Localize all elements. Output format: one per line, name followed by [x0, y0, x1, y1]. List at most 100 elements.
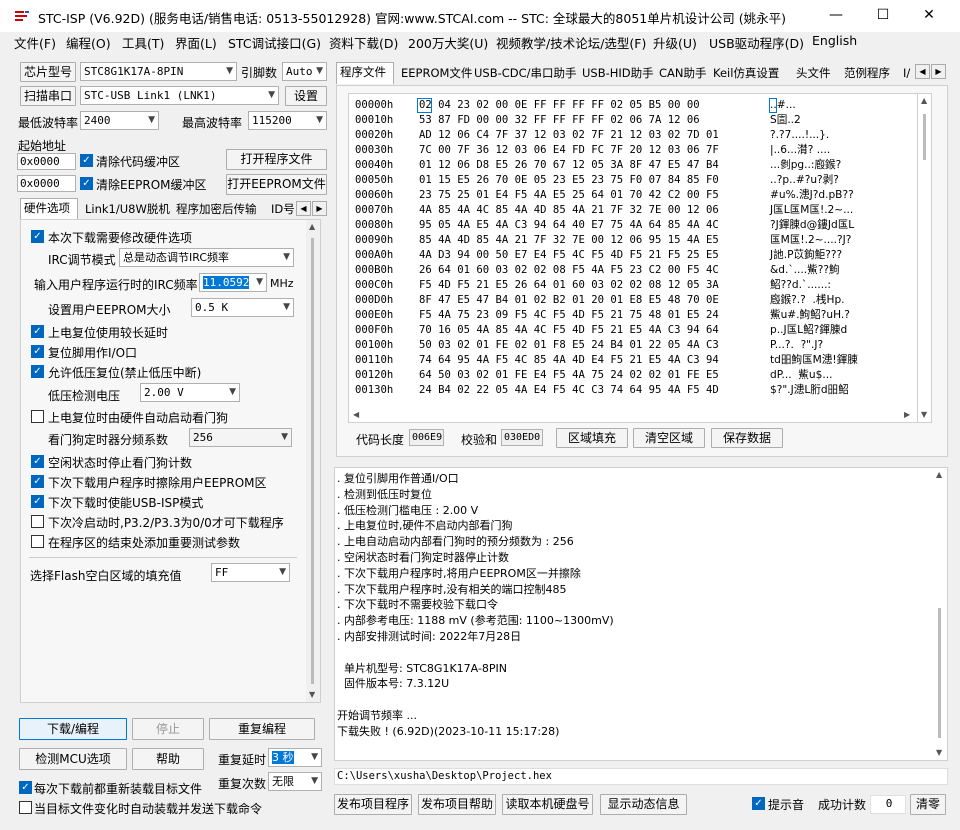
hw-watchdog-checkbox[interactable]: [31, 410, 44, 423]
hex-bytes[interactable]: F5 4A 75 23 09 F5 4C F5 4D F5 21 75 48 0…: [419, 308, 719, 323]
hex-ascii[interactable]: $?".J漶L胻d昍鮉: [770, 383, 849, 398]
modify-hw-options-checkbox[interactable]: ✓: [31, 230, 44, 243]
min-baud-select[interactable]: 2400 ▼: [80, 111, 159, 130]
maximize-button[interactable]: ☐: [860, 0, 906, 32]
hex-bytes[interactable]: 85 4A 4D 85 4A 21 7F 32 7E 00 12 06 95 1…: [419, 233, 719, 248]
log-output[interactable]: . 复位引脚用作普通I/O口 . 检测到低压时复位 . 低压检测门槛电压 : 2.0…: [334, 467, 948, 761]
hex-ascii[interactable]: p..J匤L鮉?鍕腖d: [770, 323, 847, 338]
hex-ascii[interactable]: dP... 鮆u$...: [770, 368, 832, 383]
hex-bytes[interactable]: 26 64 01 60 03 02 02 08 F5 4A F5 23 C2 0…: [419, 263, 719, 278]
stop-button[interactable]: 停止: [132, 718, 204, 740]
menu-program[interactable]: 编程(O): [66, 33, 111, 52]
scroll-up-icon[interactable]: ▲: [921, 96, 927, 105]
hex-ascii[interactable]: ...剼pg..:廏鍭?: [770, 158, 841, 173]
tab-keil-sim[interactable]: Keil仿真设置: [710, 64, 782, 84]
menu-english[interactable]: English: [812, 33, 857, 48]
pins-select[interactable]: Auto ▼: [282, 62, 327, 81]
open-program-file-button[interactable]: 打开程序文件: [226, 149, 327, 170]
hex-ascii[interactable]: &d.`....鮆??鮈: [770, 263, 840, 278]
scroll-up-icon[interactable]: ▲: [309, 222, 315, 231]
add-test-params-checkbox[interactable]: [31, 535, 44, 548]
irc-mode-select[interactable]: 总是动态调节IRC频率 ▼: [119, 248, 294, 267]
tab-can[interactable]: CAN助手: [656, 64, 710, 84]
tab-link1-offline[interactable]: Link1/U8W脱机: [82, 200, 173, 220]
chip-type-select[interactable]: STC8G1K17A-8PIN ▼: [80, 62, 237, 81]
tab-scroll-left-icon[interactable]: ◀: [296, 201, 311, 216]
hex-bytes[interactable]: 50 03 02 01 FE 02 01 F8 E5 24 B4 01 22 0…: [419, 338, 719, 353]
tab-hardware-options[interactable]: 硬件选项: [20, 198, 78, 220]
menu-prize[interactable]: 200万大奖(U): [408, 33, 488, 52]
hex-ascii[interactable]: J匤L匤M匤!.2~...: [770, 203, 853, 218]
save-data-button[interactable]: 保存数据: [711, 428, 783, 448]
hex-ascii[interactable]: 廏鍭?.? .桟Hp.: [770, 293, 845, 308]
menu-tools[interactable]: 工具(T): [122, 33, 164, 52]
hex-ascii[interactable]: 鮆u#.鮈鮉?uH.?: [770, 308, 850, 323]
hex-bytes[interactable]: 01 12 06 D8 E5 26 70 67 12 05 3A 8F 47 E…: [419, 158, 719, 173]
log-scrollbar[interactable]: ▲ ▼: [933, 468, 947, 760]
hex-bytes[interactable]: 01 15 E5 26 70 0E 05 23 E5 23 75 F0 07 8…: [419, 173, 719, 188]
idle-stop-watchdog-checkbox[interactable]: ✓: [31, 455, 44, 468]
low-voltage-reset-checkbox[interactable]: ✓: [31, 365, 44, 378]
tab-examples[interactable]: 范例程序: [841, 64, 893, 84]
beep-checkbox[interactable]: ✓: [752, 797, 765, 810]
publish-help-button[interactable]: 发布项目帮助: [418, 794, 496, 815]
repeat-program-button[interactable]: 重复编程: [209, 718, 315, 740]
tab-encrypted-transfer[interactable]: 程序加密后传输: [173, 200, 260, 220]
hex-ascii[interactable]: S圁..2: [770, 113, 801, 128]
hex-ascii[interactable]: |..6...潸? ....: [770, 143, 830, 158]
clear-region-button[interactable]: 清空区域: [633, 428, 705, 448]
hex-bytes[interactable]: 53 87 FD 00 00 32 FF FF FF FF 02 06 7A 1…: [419, 113, 700, 128]
scan-port-button[interactable]: 扫描串口: [20, 86, 76, 106]
scroll-down-icon[interactable]: ▼: [936, 748, 942, 757]
eeprom-size-select[interactable]: 0.5 K ▼: [191, 298, 294, 317]
hex-ascii[interactable]: ..?p..#?u?剥?: [770, 173, 839, 188]
reset-pin-io-checkbox[interactable]: ✓: [31, 345, 44, 358]
menu-video-forum[interactable]: 视频教学/技术论坛/选型(F): [496, 33, 646, 52]
hex-bytes[interactable]: AD 12 06 C4 7F 37 12 03 02 7F 21 12 03 0…: [419, 128, 719, 143]
cold-boot-p32-checkbox[interactable]: [31, 515, 44, 528]
scroll-thumb[interactable]: [938, 608, 941, 738]
hex-ascii[interactable]: P...?. ?".J?: [770, 338, 823, 353]
max-baud-select[interactable]: 115200 ▼: [248, 111, 327, 130]
scroll-thumb[interactable]: [923, 114, 926, 160]
reload-target-checkbox[interactable]: ✓: [19, 781, 32, 794]
repeat-count-select[interactable]: 无限 ▼: [268, 772, 322, 791]
detect-mcu-button[interactable]: 检测MCU选项: [19, 748, 127, 770]
fill-region-button[interactable]: 区域填充: [556, 428, 628, 448]
hex-bytes[interactable]: 70 16 05 4A 85 4A 4C F5 4D F5 21 E5 4A C…: [419, 323, 719, 338]
hex-bytes[interactable]: 7C 00 7F 36 12 03 06 E4 FD FC 7F 20 12 0…: [419, 143, 719, 158]
eeprom-start-address-input[interactable]: 0x0000: [17, 175, 76, 192]
scroll-left-icon[interactable]: ◀: [353, 410, 359, 419]
tab-header-files[interactable]: 头文件: [793, 64, 834, 84]
hex-bytes[interactable]: F5 4D F5 21 E5 26 64 01 60 03 02 02 08 1…: [419, 278, 719, 293]
tab-id-number[interactable]: ID号: [268, 200, 298, 220]
menu-interface[interactable]: 界面(L): [175, 33, 217, 52]
publish-program-button[interactable]: 发布项目程序: [334, 794, 412, 815]
hex-ascii[interactable]: 匤M匤!.2~....?J?: [770, 233, 851, 248]
tab-eeprom-file[interactable]: EEPROM文件: [398, 64, 475, 84]
download-program-button[interactable]: 下载/编程: [19, 718, 127, 740]
menu-usb-driver[interactable]: USB驱动程序(D): [709, 33, 804, 52]
hex-ascii[interactable]: td昍鮈匤M漶!鍕腖: [770, 353, 858, 368]
hex-bytes[interactable]: 4A D3 94 00 50 E7 E4 F5 4C F5 4D F5 21 F…: [419, 248, 719, 263]
clear-eeprom-buffer-checkbox[interactable]: ✓: [80, 177, 93, 190]
file-path-field[interactable]: C:\Users\xusha\Desktop\Project.hex: [334, 768, 948, 785]
hex-ascii[interactable]: ?.?7....!...}.: [770, 128, 829, 143]
clear-count-button[interactable]: 清零: [910, 794, 946, 815]
watchdog-divider-select[interactable]: 256 ▼: [189, 428, 292, 447]
scroll-down-icon[interactable]: ▼: [921, 410, 927, 419]
menu-file[interactable]: 文件(F): [14, 33, 56, 52]
hex-ascii[interactable]: ?J鍕腖d@鏤Jd匤L: [770, 218, 854, 233]
menu-downloads[interactable]: 资料下载(D): [329, 33, 398, 52]
show-dynamic-info-button[interactable]: 显示动态信息: [600, 794, 687, 815]
code-start-address-input[interactable]: 0x0000: [17, 153, 76, 170]
repeat-delay-select[interactable]: 3 秒 ▼: [268, 748, 322, 767]
scroll-down-icon[interactable]: ▼: [309, 690, 315, 699]
hex-bytes[interactable]: 4A 85 4A 4C 85 4A 4D 85 4A 21 7F 32 7E 0…: [419, 203, 719, 218]
hex-hscrollbar[interactable]: ◀ ▶: [349, 408, 917, 422]
hex-bytes[interactable]: 95 05 4A E5 4A C3 94 64 40 E7 75 4A 64 8…: [419, 218, 719, 233]
open-eeprom-file-button[interactable]: 打开EEPROM文件: [226, 174, 327, 195]
long-reset-delay-checkbox[interactable]: ✓: [31, 325, 44, 338]
usb-isp-mode-checkbox[interactable]: ✓: [31, 495, 44, 508]
minimize-button[interactable]: —: [813, 0, 859, 32]
